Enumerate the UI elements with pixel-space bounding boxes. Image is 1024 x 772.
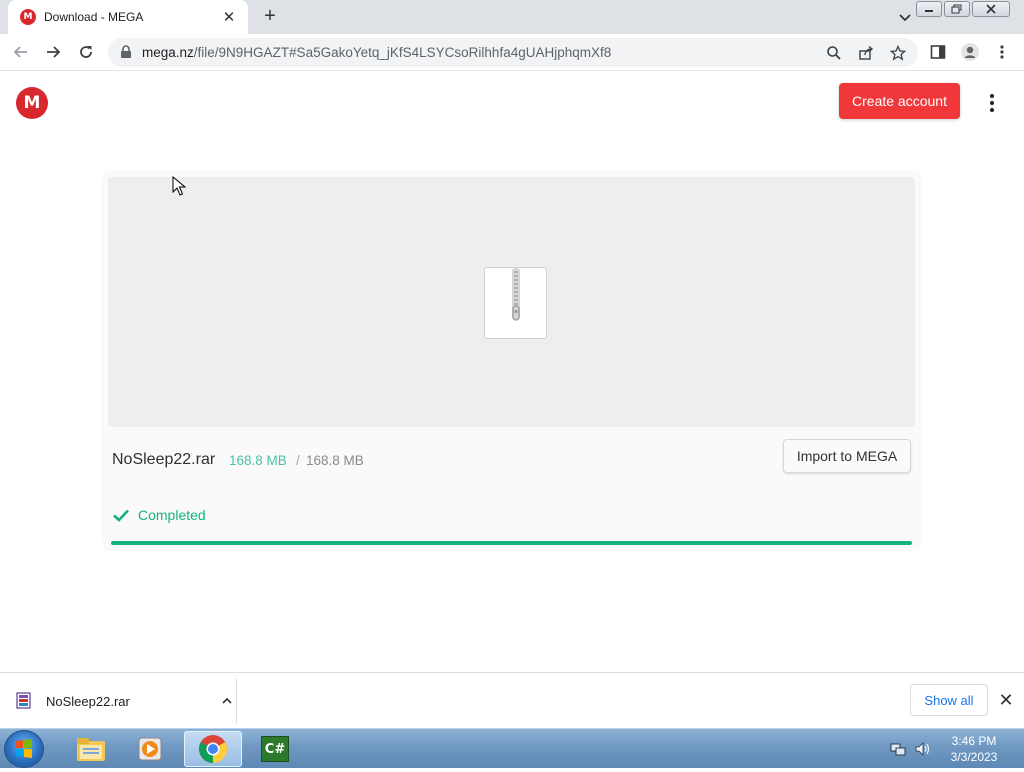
page-menu-icon[interactable] <box>982 91 1002 115</box>
close-downloads-bar-icon[interactable]: ✕ <box>996 690 1016 710</box>
volume-icon[interactable] <box>914 741 932 757</box>
back-arrow-icon[interactable] <box>9 40 33 64</box>
size-separator: / <box>296 453 300 468</box>
reload-icon[interactable] <box>74 40 98 64</box>
forward-arrow-icon[interactable] <box>41 40 65 64</box>
media-player-taskbar-icon[interactable] <box>122 731 180 767</box>
download-card: NoSleep22.rar 168.8 MB / 168.8 MB Import… <box>104 173 919 549</box>
start-button[interactable] <box>4 730 44 768</box>
bookmark-star-icon[interactable] <box>888 43 908 63</box>
browser-toolbar: mega.nz/file/9N9HGAZT#Sa5GakoYetq_jKfS4L… <box>0 34 1024 71</box>
import-to-mega-button[interactable]: Import to MEGA <box>783 439 911 473</box>
status-label: Completed <box>138 507 206 523</box>
rar-file-icon <box>16 692 32 710</box>
download-item[interactable]: NoSleep22.rar <box>16 685 236 717</box>
show-all-button[interactable]: Show all <box>910 684 988 716</box>
restore-button[interactable] <box>944 1 970 17</box>
chevron-up-icon[interactable] <box>218 692 236 710</box>
clock-date: 3/3/2023 <box>950 750 998 764</box>
search-zoom-icon[interactable] <box>824 43 844 63</box>
tab-close-icon[interactable]: ✕ <box>220 8 238 26</box>
file-preview-area <box>108 177 915 427</box>
system-tray: 3:46 PM 3/3/2023 <box>880 729 1024 769</box>
close-window-button[interactable] <box>972 1 1010 17</box>
browser-tab-active[interactable]: M Download - MEGA ✕ <box>8 0 248 34</box>
profile-avatar-icon[interactable] <box>958 40 982 64</box>
share-icon[interactable] <box>856 43 876 63</box>
new-tab-button[interactable]: + <box>258 5 282 29</box>
chrome-taskbar-icon[interactable] <box>184 731 242 767</box>
network-icon[interactable] <box>890 741 906 757</box>
mega-logo[interactable]: M <box>16 87 48 119</box>
download-item-name: NoSleep22.rar <box>46 693 130 709</box>
side-panel-icon[interactable] <box>926 40 950 64</box>
tab-search-chevron-icon[interactable] <box>894 6 916 28</box>
csharp-label: C# <box>261 736 289 762</box>
download-progress-bar <box>111 541 912 545</box>
url-path: /file/9N9HGAZT#Sa5GakoYetq_jKfS4LSYCsoRi… <box>193 45 612 60</box>
downloads-bar: NoSleep22.rar Show all ✕ <box>0 672 1024 728</box>
minimize-button[interactable] <box>916 1 942 17</box>
file-name: NoSleep22.rar <box>112 451 216 468</box>
windows-taskbar: C# 3:46 PM 3/3/2023 <box>0 728 1024 768</box>
checkmark-icon <box>112 506 130 524</box>
divider <box>236 679 237 723</box>
url-text[interactable]: mega.nz/file/9N9HGAZT#Sa5GakoYetq_jKfS4L… <box>142 45 611 60</box>
tab-strip: M Download - MEGA ✕ + <box>0 0 1024 34</box>
mega-page: M Create account NoSleep22.rar 168.8 MB … <box>0 71 1024 672</box>
archive-file-icon <box>484 267 547 339</box>
clock-time: 3:46 PM <box>951 734 997 748</box>
status-row: Completed <box>112 503 206 527</box>
create-account-button[interactable]: Create account <box>839 83 960 119</box>
browser-menu-icon[interactable] <box>990 40 1014 64</box>
tab-title: Download - MEGA <box>44 10 144 24</box>
file-explorer-taskbar-icon[interactable] <box>62 731 120 767</box>
csharp-app-taskbar-icon[interactable]: C# <box>246 731 304 767</box>
total-size: 168.8 MB <box>306 453 364 468</box>
mega-favicon-icon: M <box>20 9 36 25</box>
downloaded-size: 168.8 MB <box>229 453 287 468</box>
url-host: mega.nz <box>142 45 194 60</box>
download-progress-fill <box>111 541 912 545</box>
mouse-cursor-icon <box>172 175 187 201</box>
address-bar[interactable]: mega.nz/file/9N9HGAZT#Sa5GakoYetq_jKfS4L… <box>108 38 918 67</box>
window-controls <box>916 1 1010 17</box>
taskbar-clock[interactable]: 3:46 PM 3/3/2023 <box>940 733 1008 765</box>
lock-icon[interactable] <box>120 45 132 64</box>
